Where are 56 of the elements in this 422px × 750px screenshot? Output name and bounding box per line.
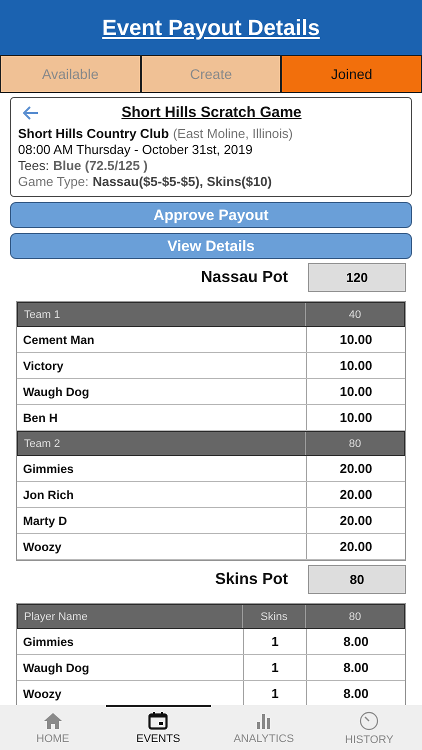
player-name: Waugh Dog (17, 655, 244, 680)
payout-amount: 20.00 (338, 512, 374, 530)
team-name: Team 2 (18, 432, 306, 455)
home-icon (42, 712, 63, 730)
nav-tab[interactable]: HISTORY (316, 705, 422, 750)
action-button[interactable]: View Details (10, 233, 412, 259)
club-name: Short Hills Country Club (18, 126, 169, 142)
payout-amount: 8.00 (342, 633, 370, 651)
action-button[interactable]: Approve Payout (10, 202, 412, 228)
player-name: Marty D (17, 508, 307, 533)
game-type-label: Game Type: (18, 174, 89, 190)
payout-amount: 10.00 (338, 331, 374, 349)
pot-label: Nassau Pot (200, 268, 288, 286)
player-name: Cement Man (17, 327, 307, 352)
player-name: Victory (17, 353, 307, 378)
payout-amount: 10.00 (338, 357, 374, 375)
page-title: Event Payout Details (102, 14, 320, 40)
tees-label: Tees: (18, 158, 50, 174)
payout-amount: 20.00 (338, 538, 374, 556)
clock-icon (359, 711, 380, 731)
column-header: Skins (243, 605, 306, 628)
skins-count: 1 (244, 629, 307, 654)
payout-amount: 10.00 (338, 383, 374, 401)
tab[interactable]: Create (140, 56, 282, 92)
player-name: Jon Rich (17, 482, 307, 507)
tab[interactable]: Available (0, 56, 141, 92)
payout-amount: 10.00 (338, 409, 374, 427)
nav-tab[interactable]: EVENTS (106, 705, 211, 750)
player-name: Ben H (17, 405, 307, 430)
tab[interactable]: Joined (281, 56, 422, 92)
club-location: (East Moline, Illinois) (172, 126, 293, 142)
nav-tab[interactable]: HOME (0, 705, 106, 750)
payout-amount: 8.00 (342, 659, 370, 677)
player-name: Woozy (17, 534, 307, 559)
column-header: 80 (348, 610, 362, 624)
player-name: Gimmies (17, 456, 307, 481)
pot-value: 120 (308, 263, 406, 292)
team-total: 40 (348, 308, 362, 322)
column-header: Player Name (18, 605, 243, 628)
team-name: Team 1 (18, 303, 306, 326)
pot-label: Skins Pot (215, 570, 288, 588)
back-arrow-icon[interactable] (23, 106, 39, 120)
payout-amount: 20.00 (338, 486, 374, 504)
skins-count: 1 (244, 655, 307, 680)
pot-value: 80 (308, 565, 406, 594)
game-type-value: Nassau($5-$5-$5), Skins($10) (92, 174, 272, 190)
player-name: Gimmies (17, 629, 244, 654)
payout-amount: 20.00 (338, 460, 374, 478)
event-datetime: 08:00 AM Thursday - October 31st, 2019 (18, 142, 253, 158)
team-total: 80 (348, 436, 362, 452)
tees-value: Blue (72.5/125 ) (53, 158, 148, 174)
calendar-icon (148, 712, 168, 730)
event-title: Short Hills Scratch Game (120, 104, 303, 121)
player-name: Waugh Dog (17, 379, 307, 404)
nav-tab[interactable]: ANALYTICS (211, 705, 316, 750)
payout-amount: 8.00 (342, 685, 370, 703)
